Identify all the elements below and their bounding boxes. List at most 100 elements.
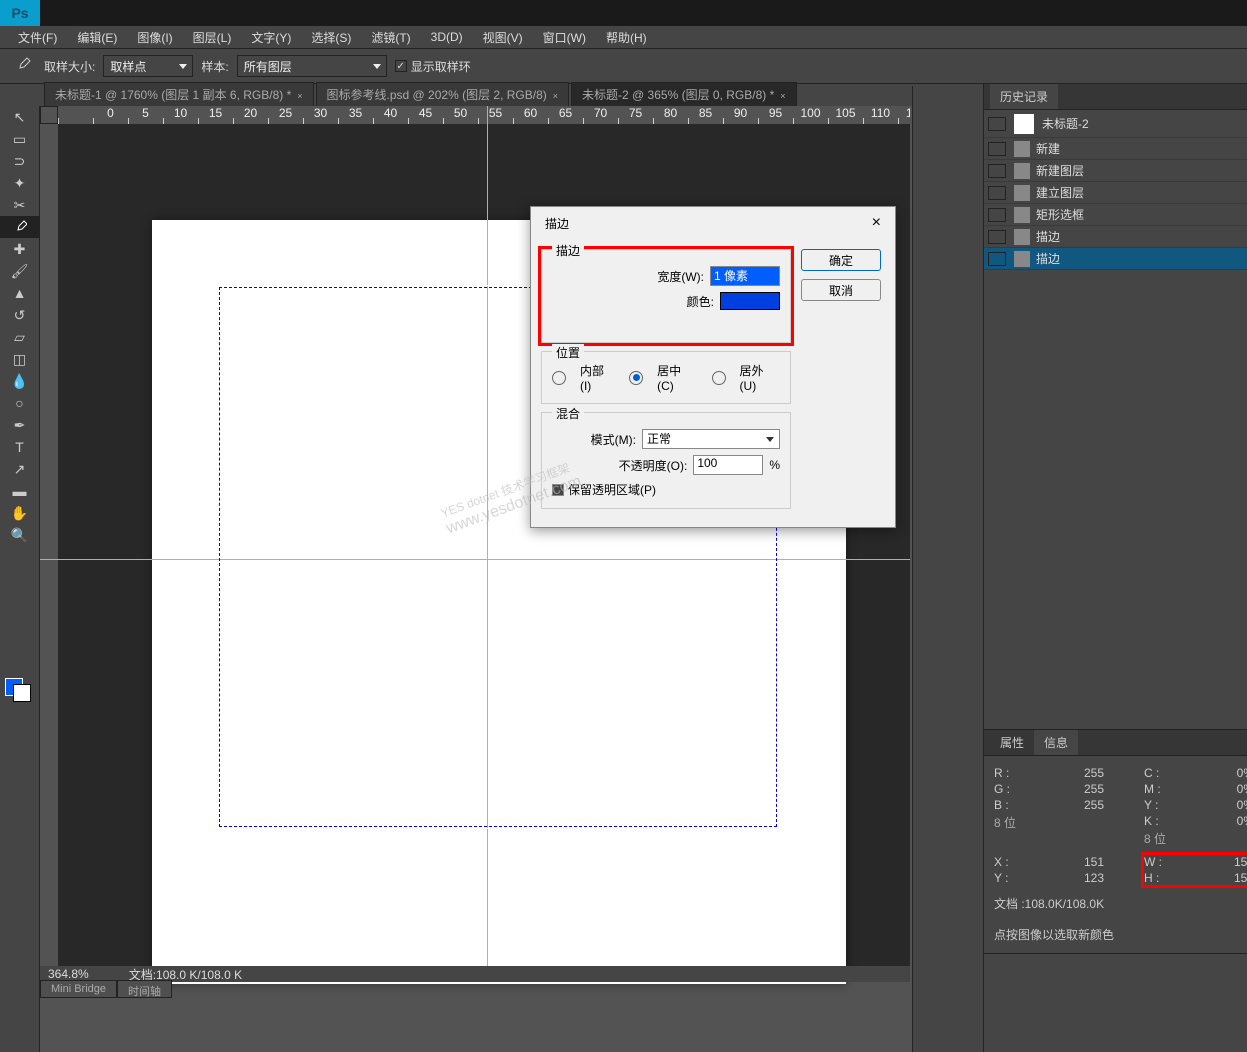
cmyk-values: C :0% M :0% Y :0% K :0% 8 位 [1144,766,1247,847]
history-brush-tool[interactable]: ↺ [0,304,39,326]
width-label: 宽度(W): [657,268,704,285]
doc-size-info: 文档 :108.0K/108.0K [994,895,1237,912]
history-step[interactable]: 矩形选框 [984,204,1247,226]
properties-tab[interactable]: 属性 [990,730,1034,755]
opacity-input[interactable]: 100 [693,455,763,475]
close-icon[interactable]: × [297,91,302,101]
menu-edit[interactable]: 编辑(E) [69,27,125,48]
document-tab-1[interactable]: 未标题-1 @ 1760% (图层 1 副本 6, RGB/8) *× [44,82,314,106]
collapsed-panel-strip[interactable] [912,86,983,1052]
zoom-field[interactable]: 364.8% [48,967,89,981]
radio-inside[interactable] [552,371,566,385]
radio-center-label: 居中(C) [657,362,698,393]
text-tool[interactable]: T [0,436,39,458]
mode-select[interactable]: 正常 [642,429,780,449]
menu-window[interactable]: 窗口(W) [535,27,594,48]
right-panels: 历史记录 未标题-2 新建 新建图层 建立图层 矩形选框 描边 描边 属性 信息… [983,84,1247,1052]
heal-tool[interactable]: ✚ [0,238,39,260]
marquee-tool[interactable]: ▭ [0,128,39,150]
sample-label: 样本: [201,58,228,75]
ok-button[interactable]: 确定 [801,249,881,271]
size-wh: W :152 H :152 [1144,855,1247,885]
stamp-tool[interactable]: ▲ [0,282,39,304]
info-hint: 点按图像以选取新颜色 [994,926,1237,943]
group-label: 描边 [552,242,584,259]
toolbox: ↖ ▭ ⊃ ✦ ✂ ✚ 🖌 ▲ ↺ ▱ ◫ 💧 ○ ✒ T ↗ ▬ ✋ 🔍 [0,106,40,1052]
sample-size-dropdown[interactable]: 取样点 [103,55,193,77]
footer-tabs: Mini Bridge 时间轴 [40,980,172,998]
lasso-tool[interactable]: ⊃ [0,150,39,172]
menu-view[interactable]: 视图(V) [475,27,531,48]
menu-select[interactable]: 选择(S) [303,27,359,48]
color-swatch[interactable] [720,292,780,310]
menu-layer[interactable]: 图层(L) [185,27,240,48]
radio-center[interactable] [629,371,643,385]
show-ring-label: 显示取样环 [411,58,471,75]
eraser-tool[interactable]: ▱ [0,326,39,348]
menu-file[interactable]: 文件(F) [10,27,65,48]
radio-inside-label: 内部(I) [580,362,615,393]
wand-tool[interactable]: ✦ [0,172,39,194]
radio-outside-label: 居外(U) [740,362,781,393]
sample-size-label: 取样大小: [44,58,95,75]
eyedropper-tool[interactable] [0,216,39,238]
snapshot-thumbnail-icon [1014,114,1034,134]
path-tool[interactable]: ↗ [0,458,39,480]
history-step[interactable]: 新建图层 [984,160,1247,182]
mode-label: 模式(M): [591,431,636,448]
menu-image[interactable]: 图像(I) [129,27,180,48]
hand-tool[interactable]: ✋ [0,502,39,524]
history-tab[interactable]: 历史记录 [990,84,1058,109]
crop-tool[interactable]: ✂ [0,194,39,216]
cancel-button[interactable]: 取消 [801,279,881,301]
history-source-icon[interactable] [988,117,1006,131]
ruler-vertical[interactable] [40,124,58,968]
show-sampling-ring-checkbox[interactable]: ✓ 显示取样环 [395,58,471,75]
opacity-label: 不透明度(O): [619,457,688,474]
color-swatches[interactable] [5,678,31,702]
position-xy: X :151 Y :123 [994,855,1104,885]
document-tab-2[interactable]: 图标参考线.psd @ 202% (图层 2, RGB/8)× [316,82,570,106]
preserve-checkbox[interactable] [552,484,564,496]
close-button[interactable]: × [872,214,881,232]
width-input[interactable]: 1 像素 [710,266,780,286]
move-tool[interactable]: ↖ [0,106,39,128]
history-step[interactable]: 描边 [984,226,1247,248]
document-tab-3[interactable]: 未标题-2 @ 365% (图层 0, RGB/8) *× [571,82,797,106]
history-doc-label: 未标题-2 [1042,115,1089,132]
background-color[interactable] [13,684,31,702]
dodge-tool[interactable]: ○ [0,392,39,414]
shape-tool[interactable]: ▬ [0,480,39,502]
history-snapshot[interactable]: 未标题-2 [984,110,1247,138]
opacity-unit: % [769,458,780,472]
timeline-tab[interactable]: 时间轴 [117,980,172,998]
eyedropper-icon[interactable] [10,53,36,79]
menu-filter[interactable]: 滤镜(T) [363,27,418,48]
ruler-horizontal[interactable]: 0510152025303540455055606570758085909510… [58,106,910,124]
radio-outside[interactable] [712,371,726,385]
app-logo: Ps [0,0,40,26]
group-label: 混合 [552,405,584,422]
color-label: 颜色: [687,293,714,310]
stroke-dialog: 描边 × 描边 宽度(W): 1 像素 颜色: 位置 内部(I) 居中(C) [530,206,896,528]
close-icon[interactable]: × [780,91,785,101]
history-step-active[interactable]: 描边 [984,248,1247,270]
info-tab[interactable]: 信息 [1034,730,1078,755]
zoom-tool[interactable]: 🔍 [0,524,39,546]
preserve-label: 保留透明区域(P) [568,481,656,498]
blending-group: 混合 模式(M): 正常 不透明度(O): 100 % 保留透明区域(P) [541,412,791,509]
blur-tool[interactable]: 💧 [0,370,39,392]
history-step[interactable]: 新建 [984,138,1247,160]
mini-bridge-tab[interactable]: Mini Bridge [40,980,117,998]
brush-tool[interactable]: 🖌 [0,260,39,282]
dialog-title-label: 描边 [545,215,569,232]
close-icon[interactable]: × [553,91,558,101]
menu-help[interactable]: 帮助(H) [598,27,655,48]
sample-dropdown[interactable]: 所有图层 [237,55,387,77]
gradient-tool[interactable]: ◫ [0,348,39,370]
menu-text[interactable]: 文字(Y) [243,27,299,48]
history-step[interactable]: 建立图层 [984,182,1247,204]
position-group: 位置 内部(I) 居中(C) 居外(U) [541,351,791,404]
pen-tool[interactable]: ✒ [0,414,39,436]
menu-3d[interactable]: 3D(D) [423,28,471,46]
